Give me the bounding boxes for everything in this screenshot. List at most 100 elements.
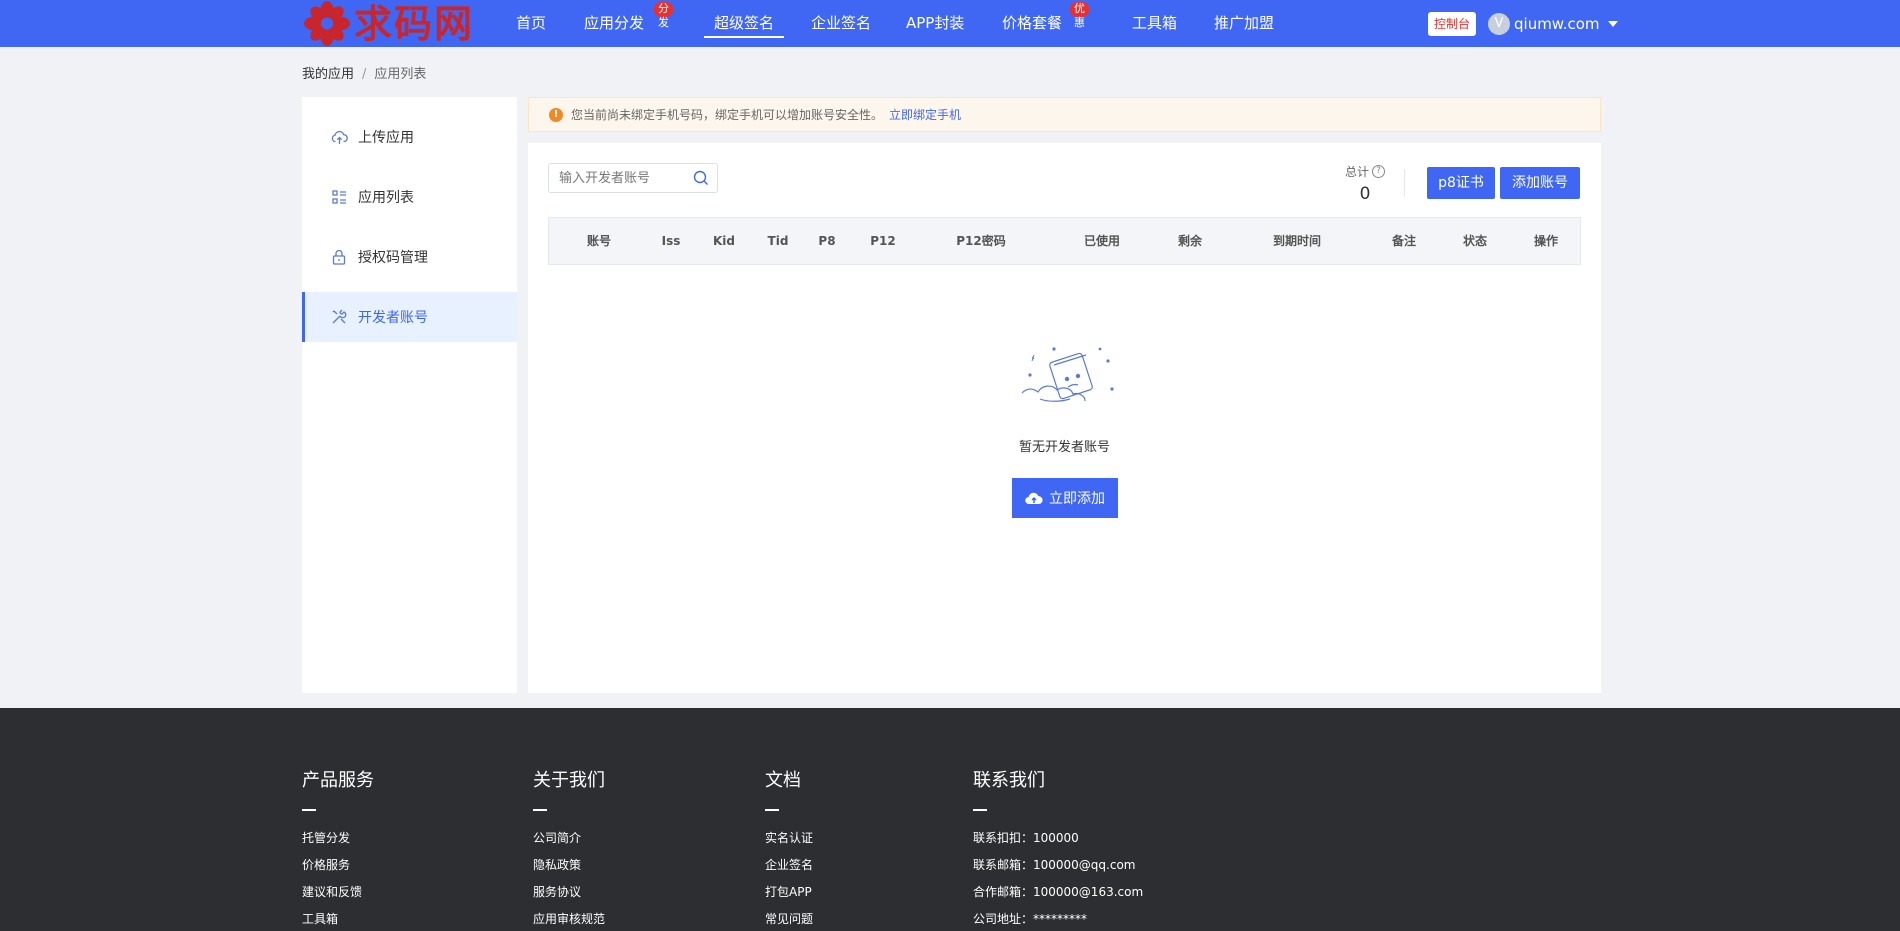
cloud-upload-icon [330, 128, 348, 146]
column-header: Tid [767, 234, 789, 248]
console-button[interactable]: 控制台 [1428, 12, 1477, 36]
footer-column-title: 关于我们 [533, 770, 605, 791]
nav-app-distribution[interactable]: 应用分发 [584, 0, 644, 47]
developer-account-panel: 总计 ? 0 p8证书 添加账号 账号 Iss Kid Tid P8 P12 P… [528, 143, 1601, 693]
logo-flower-icon [302, 0, 352, 47]
warning-icon: ! [549, 107, 563, 122]
footer-column-about: 关于我们 公司简介 隐私政策 服务协议 应用审核规范 [533, 766, 605, 931]
footer-divider [973, 809, 987, 811]
nav-enterprise-signature[interactable]: 企业签名 [811, 0, 871, 47]
column-header: 到期时间 [1272, 234, 1322, 248]
sidebar-item-label: 授权码管理 [358, 250, 428, 266]
sidebar-item-label: 上传应用 [358, 130, 414, 146]
footer-contact-item: 公司地址：********* [973, 912, 1088, 926]
nav-app-wrap[interactable]: APP封装 [906, 0, 964, 47]
lock-icon [330, 248, 348, 266]
logo[interactable]: 求码网 [302, 0, 474, 47]
column-header: 已使用 [1083, 234, 1121, 248]
cloud-upload-icon [1025, 492, 1043, 505]
search-icon[interactable] [693, 170, 709, 186]
avatar: V [1488, 12, 1510, 35]
username: qiumw.com [1514, 14, 1600, 33]
column-header: 账号 [586, 234, 612, 248]
sidebar-item-label: 应用列表 [358, 190, 414, 206]
search-box [548, 163, 718, 193]
column-header: Kid [712, 234, 736, 248]
footer-divider [302, 809, 316, 811]
tools-icon [330, 308, 348, 326]
breadcrumb-current: 应用列表 [374, 67, 427, 82]
sidebar-item-label: 开发者账号 [358, 310, 428, 326]
chevron-down-icon [1607, 20, 1618, 27]
footer-link[interactable]: 工具箱 [302, 906, 374, 931]
column-header: 剩余 [1177, 234, 1203, 248]
sidebar-item-upload[interactable]: 上传应用 [302, 112, 517, 162]
footer-divider [765, 809, 779, 811]
nav-badge-distribution: 分发 [654, 2, 673, 29]
footer-contact-item: 联系邮箱：100000@qq.com [973, 858, 1136, 872]
breadcrumb: 我的应用 / 应用列表 [302, 63, 426, 82]
sidebar-item-app-list[interactable]: 应用列表 [302, 172, 517, 222]
footer-link[interactable]: 建议和反馈 [302, 879, 374, 906]
p8-certificate-button[interactable]: p8证书 [1427, 167, 1495, 199]
footer-column-products: 产品服务 托管分发 价格服务 建议和反馈 工具箱 [302, 766, 374, 931]
nav-super-signature[interactable]: 超级签名 [703, 0, 785, 47]
empty-state-text: 暂无开发者账号 [1018, 440, 1110, 455]
nav-home[interactable]: 首页 [516, 0, 546, 47]
footer-link[interactable]: 常见问题 [765, 906, 813, 931]
nav-affiliate[interactable]: 推广加盟 [1214, 0, 1274, 47]
footer-link[interactable]: 服务协议 [533, 879, 605, 906]
column-header: 操作 [1533, 234, 1559, 248]
footer-link[interactable]: 企业签名 [765, 852, 813, 879]
nav-pricing[interactable]: 价格套餐 [1002, 0, 1062, 47]
column-header: 状态 [1462, 234, 1488, 248]
footer-column-title: 产品服务 [302, 770, 374, 791]
footer-link[interactable]: 打包APP [765, 879, 813, 906]
column-header: 备注 [1391, 234, 1417, 248]
bind-phone-alert: ! 您当前尚未绑定手机号码，绑定手机可以增加账号安全性。 立即绑定手机 [528, 97, 1601, 132]
column-header: P8 [818, 234, 836, 248]
add-now-button[interactable]: 立即添加 [1012, 478, 1118, 518]
footer: 产品服务 托管分发 价格服务 建议和反馈 工具箱 关于我们 公司简介 隐私政策 … [0, 708, 1900, 931]
footer-contact-item: 合作邮箱：100000@163.com [973, 885, 1144, 899]
divider [1404, 169, 1405, 197]
empty-state-illustration [1010, 319, 1122, 415]
help-icon[interactable]: ? [1372, 165, 1386, 178]
footer-link[interactable]: 公司简介 [533, 825, 605, 852]
footer-link[interactable]: 托管分发 [302, 825, 374, 852]
sidebar: 上传应用 应用列表 授权码管理 开发者账号 [302, 97, 517, 693]
footer-link[interactable]: 实名认证 [765, 825, 813, 852]
nav-toolbox[interactable]: 工具箱 [1132, 0, 1177, 47]
breadcrumb-parent[interactable]: 我的应用 [302, 67, 354, 82]
total-count: 总计 ? 0 [1345, 163, 1386, 204]
footer-link[interactable]: 价格服务 [302, 852, 374, 879]
footer-column-contact: 联系我们 联系扣扣：100000 联系邮箱：100000@qq.com 合作邮箱… [973, 766, 1143, 931]
footer-column-docs: 文档 实名认证 企业签名 打包APP 常见问题 [765, 766, 813, 931]
table-header: 账号 Iss Kid Tid P8 P12 P12密码 已使用 剩余 到期时间 … [548, 217, 1581, 265]
column-header: P12 [870, 234, 896, 248]
sidebar-item-auth-code[interactable]: 授权码管理 [302, 232, 517, 282]
footer-link[interactable]: 隐私政策 [533, 852, 605, 879]
column-header: Iss [661, 234, 681, 248]
total-value: 0 [1359, 184, 1371, 204]
user-menu[interactable]: V qiumw.com [1488, 0, 1618, 47]
alert-text: 您当前尚未绑定手机号码，绑定手机可以增加账号安全性。 [571, 108, 884, 122]
add-account-button[interactable]: 添加账号 [1500, 167, 1580, 199]
nav-label: 应用分发 [584, 14, 645, 32]
total-label-row: 总计 ? [1345, 163, 1386, 180]
search-input[interactable] [549, 164, 679, 192]
logo-text: 求码网 [354, 1, 475, 46]
footer-column-title: 联系我们 [973, 770, 1045, 791]
top-navbar: 求码网 首页 应用分发 分发 超级签名 企业签名 APP封装 价格套餐 优惠 工… [0, 0, 1900, 47]
footer-column-title: 文档 [765, 770, 801, 791]
breadcrumb-separator: / [362, 67, 367, 82]
sidebar-item-developer-account[interactable]: 开发者账号 [302, 292, 517, 342]
total-label: 总计 [1345, 165, 1370, 179]
footer-contact-item: 联系扣扣：100000 [973, 831, 1079, 845]
footer-divider [533, 809, 547, 811]
footer-link[interactable]: 应用审核规范 [533, 906, 605, 931]
column-header: P12密码 [956, 234, 1006, 248]
nav-badge-promo: 优惠 [1070, 2, 1089, 29]
list-icon [330, 188, 348, 206]
bind-phone-link[interactable]: 立即绑定手机 [889, 106, 961, 123]
